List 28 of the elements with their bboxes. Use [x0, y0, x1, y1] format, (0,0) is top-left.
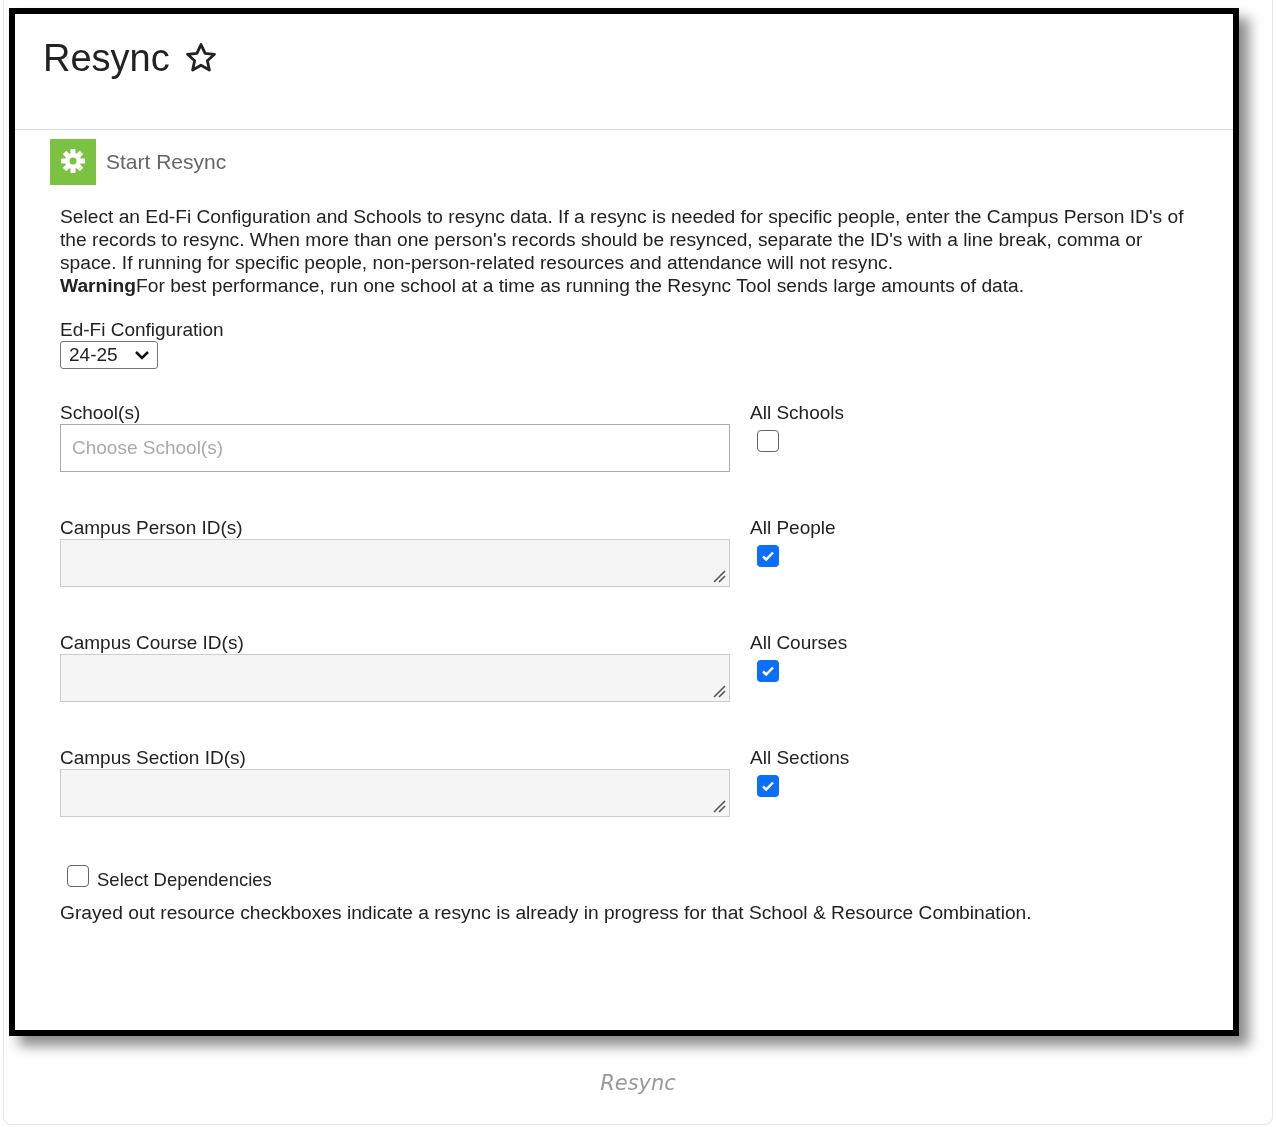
field-label: Campus Section ID(s) — [60, 747, 247, 769]
gear-icon — [50, 139, 96, 185]
resize-grip-icon — [712, 569, 726, 583]
description-text: Select an Ed-Fi Configuration and Schools to resync data. If a resync is needed for specific people, enter the Campus Person ID's of the records to resync. When more than one person's records should be resynced, separate the ID's with a line break, comma or space. If running for specific people, non-person-related resources and attendance will not resync. — [59, 205, 1185, 274]
field-label: Campus Person ID(s) — [60, 517, 244, 539]
checkbox[interactable] — [757, 545, 779, 567]
checkbox-label: All People — [750, 517, 836, 539]
checkbox-label: All Courses — [750, 632, 848, 654]
checkbox-label: All Sections — [750, 747, 850, 769]
checkbox[interactable] — [757, 430, 779, 452]
checkbox[interactable] — [67, 865, 89, 887]
resize-grip-icon — [712, 684, 726, 698]
warning-text: WarningFor best performance, run one school at a time as running the Resync Tool sends large amounts of data. — [59, 274, 1026, 297]
page-title: Resync — [43, 36, 170, 81]
note-text: Grayed out resource checkboxes indicate a resync is already in progress for that School & Resource Combination. — [59, 901, 1033, 924]
field-label: Ed-Fi Configuration — [60, 319, 225, 341]
checkbox[interactable] — [757, 660, 779, 682]
figure-caption: Resync — [600, 1071, 676, 1095]
configuration-select[interactable]: 24-25 — [60, 341, 158, 369]
checkbox-label: Select Dependencies — [97, 869, 272, 891]
chevron-down-icon — [134, 349, 150, 361]
resize-grip-icon — [712, 799, 726, 813]
checkbox-label: All Schools — [750, 402, 844, 424]
section-title: Start Resync — [106, 150, 227, 174]
star-icon[interactable] — [183, 41, 218, 75]
field-label: Campus Course ID(s) — [60, 632, 245, 654]
checkbox[interactable] — [757, 775, 779, 797]
field-label: School(s) — [60, 402, 142, 424]
